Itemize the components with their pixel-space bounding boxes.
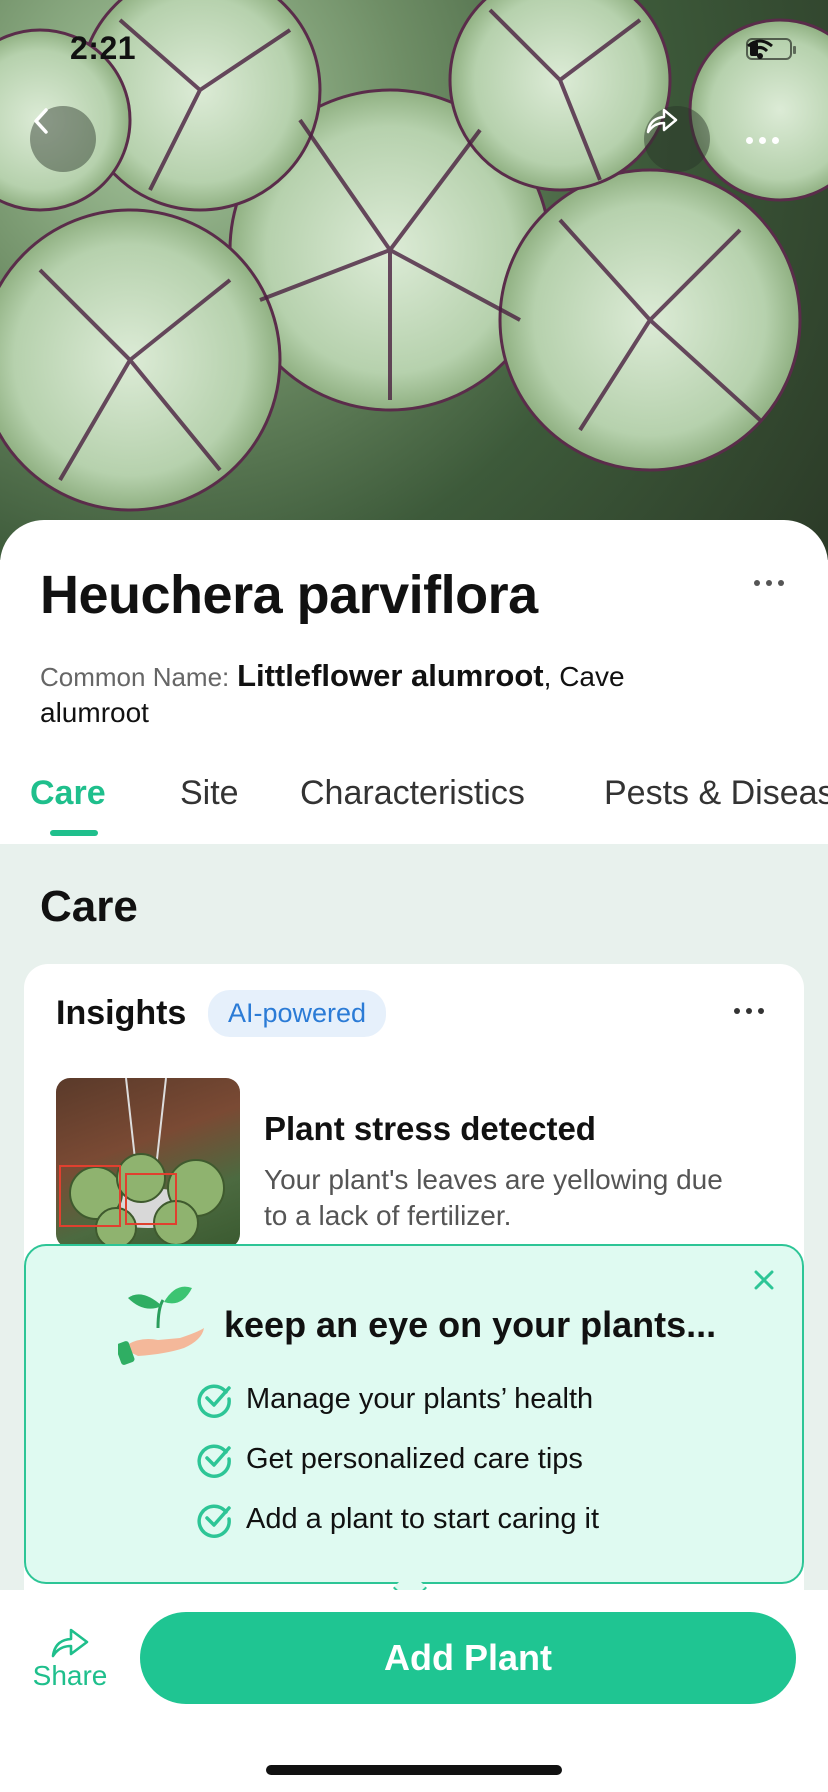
insight-thumbnail bbox=[56, 1078, 240, 1248]
back-button[interactable] bbox=[30, 106, 96, 172]
popup-benefit-text: Manage your plants’ health bbox=[246, 1382, 594, 1415]
more-horizontal-icon bbox=[754, 580, 784, 586]
insight-title: Plant stress detected bbox=[264, 1110, 596, 1147]
popup-benefit-item: Get personalized care tips bbox=[196, 1440, 583, 1478]
plant-hero-image: 2:21 bbox=[0, 0, 828, 560]
insights-more-button[interactable] bbox=[734, 1008, 764, 1014]
common-name: Common Name: Littleflower alumroot, Cave… bbox=[40, 658, 740, 731]
popup-benefit-text: Get personalized care tips bbox=[246, 1442, 583, 1475]
status-icons bbox=[746, 38, 796, 60]
active-tab-indicator bbox=[50, 830, 98, 836]
potted-plant-image bbox=[59, 1078, 225, 1248]
check-circle-icon bbox=[197, 1384, 231, 1418]
plant-scientific-name: Heuchera parviflora bbox=[40, 565, 538, 625]
popup-benefit-item: Add a plant to start caring it bbox=[196, 1500, 599, 1538]
share-top-button[interactable] bbox=[644, 106, 710, 172]
share-button[interactable]: Share bbox=[28, 1626, 112, 1692]
close-icon bbox=[754, 1270, 774, 1290]
check-circle-icon bbox=[197, 1444, 231, 1478]
common-name-label: Common Name: bbox=[40, 662, 230, 692]
check-circle-icon bbox=[197, 1504, 231, 1538]
popup-close-button[interactable] bbox=[744, 1260, 784, 1300]
popup-benefit-text: Add a plant to start caring it bbox=[246, 1502, 600, 1535]
tab-site[interactable]: Site bbox=[180, 774, 239, 813]
add-plant-button[interactable]: Add Plant bbox=[140, 1612, 796, 1704]
home-indicator bbox=[266, 1765, 562, 1775]
onboarding-popup: keep an eye on your plants... Manage you… bbox=[24, 1244, 804, 1584]
more-options-button[interactable] bbox=[732, 110, 792, 170]
bottom-action-bar: Share Add Plant bbox=[0, 1590, 828, 1792]
status-time: 2:21 bbox=[70, 30, 137, 66]
tab-characteristics[interactable]: Characteristics bbox=[300, 774, 525, 813]
section-tabs: Care Site Characteristics Pests & Diseas bbox=[0, 756, 828, 836]
tab-pests-diseases[interactable]: Pests & Diseas bbox=[604, 774, 828, 813]
more-horizontal-icon bbox=[734, 1008, 764, 1014]
insight-description: Your plant's leaves are yellowing due to… bbox=[264, 1164, 723, 1231]
share-icon bbox=[51, 1628, 89, 1658]
leaf-pattern bbox=[0, 0, 828, 512]
ai-powered-badge: AI-powered bbox=[208, 990, 387, 1037]
care-heading: Care bbox=[40, 882, 138, 931]
plant-in-hand-icon bbox=[115, 1278, 208, 1373]
tab-care[interactable]: Care bbox=[30, 774, 106, 813]
share-label: Share bbox=[32, 1660, 108, 1691]
popup-benefit-item: Manage your plants’ health bbox=[196, 1380, 593, 1418]
share-icon bbox=[646, 108, 678, 134]
common-name-primary: Littleflower alumroot bbox=[237, 658, 544, 693]
chevron-left-icon bbox=[34, 108, 48, 134]
more-horizontal-icon bbox=[745, 136, 779, 144]
insights-title: Insights bbox=[56, 994, 187, 1032]
battery-icon bbox=[746, 38, 796, 60]
title-more-button[interactable] bbox=[754, 580, 784, 586]
popup-title: keep an eye on your plants... bbox=[224, 1304, 717, 1345]
